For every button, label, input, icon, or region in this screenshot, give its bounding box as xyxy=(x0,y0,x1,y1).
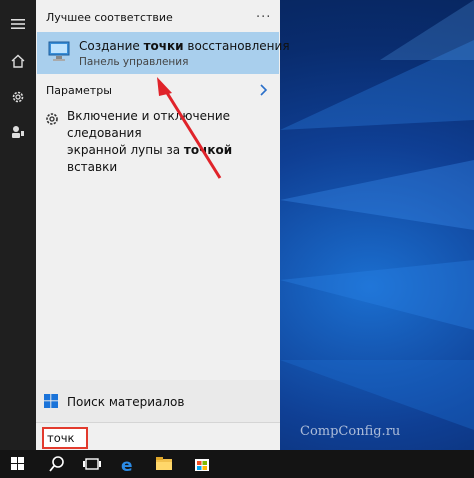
best-match-item[interactable]: Создание точки восстановления Панель упр… xyxy=(37,32,290,74)
settings-result-text: Включение и отключение следования экранн… xyxy=(67,109,233,174)
more-options-button[interactable]: ... xyxy=(256,6,271,21)
settings-gear-icon xyxy=(46,113,58,125)
store-search-item[interactable]: Поиск материалов xyxy=(36,380,280,424)
search-icon[interactable] xyxy=(38,450,74,478)
store-icon[interactable] xyxy=(184,450,220,478)
edge-icon[interactable]: e xyxy=(110,450,146,478)
taskbar: e xyxy=(0,450,474,478)
search-input[interactable]: точк xyxy=(42,427,88,449)
chevron-right-icon[interactable] xyxy=(258,84,268,96)
user-icon[interactable] xyxy=(10,124,26,140)
gear-icon[interactable] xyxy=(10,89,26,105)
task-view-icon[interactable] xyxy=(74,450,110,478)
windows-logo-icon xyxy=(44,394,58,408)
explorer-icon[interactable] xyxy=(146,450,182,478)
svg-text:e: e xyxy=(121,456,133,476)
best-match-header: Лучшее соответствие xyxy=(46,11,173,24)
best-match-subtitle: Панель управления xyxy=(79,56,189,68)
hamburger-icon[interactable] xyxy=(10,16,26,32)
search-box-row: точк xyxy=(36,422,280,451)
windows-logo-icon[interactable] xyxy=(0,450,36,478)
start-left-rail xyxy=(0,0,36,450)
watermark: CompConfig.ru xyxy=(300,424,401,439)
monitor-icon xyxy=(48,41,70,61)
best-match-title: Создание точки восстановления xyxy=(79,39,290,53)
home-icon[interactable] xyxy=(10,53,26,69)
store-search-label: Поиск материалов xyxy=(67,395,185,409)
settings-header: Параметры xyxy=(46,84,112,97)
